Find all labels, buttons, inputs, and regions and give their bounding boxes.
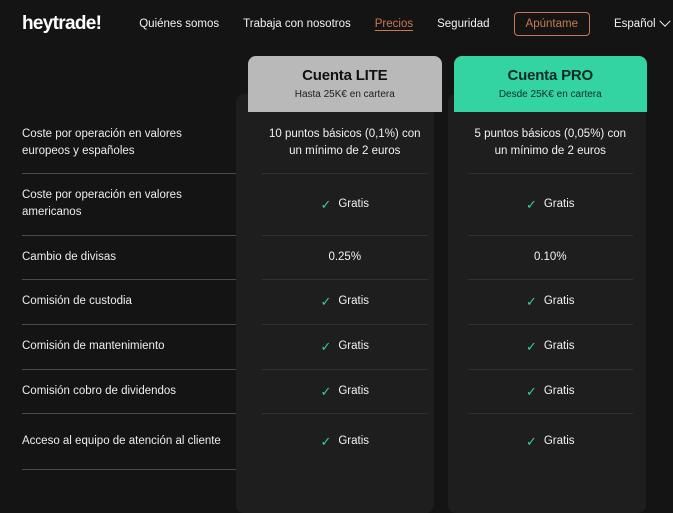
feature-list-bottom-divider xyxy=(22,469,236,471)
plan-title-lite: Cuenta LITE xyxy=(302,66,388,84)
plan-value-text: Gratis xyxy=(543,384,575,397)
plan-value-text: 0.25% xyxy=(328,250,362,263)
nav-link-precios[interactable]: Precios xyxy=(375,18,413,30)
top-navigation-bar: heytrade! Quiénes somos Trabaja con noso… xyxy=(0,0,673,48)
nav-link-quienes-somos[interactable]: Quiénes somos xyxy=(139,18,219,30)
check-icon: ✓ xyxy=(525,196,537,212)
check-icon: ✓ xyxy=(320,294,332,310)
plan-header-lite: Cuenta LITE Hasta 25K€ en cartera xyxy=(248,56,442,112)
check-icon: ✓ xyxy=(525,383,537,399)
pricing-table: Cuenta LITE Hasta 25K€ en cartera Cuenta… xyxy=(0,48,673,513)
pricing-grid: Cuenta LITE Hasta 25K€ en cartera Cuenta… xyxy=(22,48,648,471)
grid-pad xyxy=(454,469,648,470)
plan-value-text: Gratis xyxy=(338,340,370,353)
language-selector[interactable]: Español xyxy=(613,15,671,30)
feature-label: Acceso al equipo de atención al cliente xyxy=(22,413,236,469)
feature-label: Coste por operación en valores americano… xyxy=(22,173,236,234)
nav-links: Quiénes somos Trabaja con nosotros Preci… xyxy=(139,11,671,37)
plan-subtitle-lite: Hasta 25K€ en cartera xyxy=(294,89,395,101)
plan-value-text: Gratis xyxy=(543,435,575,448)
feature-label: Comisión cobro de dividendos xyxy=(22,368,236,414)
check-icon: ✓ xyxy=(320,433,332,449)
feature-label: Comisión de custodia xyxy=(22,279,236,324)
plan-value-text: 0.10% xyxy=(533,250,567,263)
chevron-down-icon xyxy=(658,15,671,27)
plan-header-pro: Cuenta PRO Desde 25K€ en cartera xyxy=(453,56,647,112)
grid-pad xyxy=(248,469,442,470)
plan-value-pro: ✓ Gratis xyxy=(454,173,648,234)
feature-label: Comisión de mantenimiento xyxy=(22,324,236,369)
plan-value-text: Gratis xyxy=(543,197,575,210)
plan-value-pro: ✓ Gratis xyxy=(454,324,648,369)
plan-value-lite: 10 puntos básicos (0,1%) con un mínimo d… xyxy=(248,112,442,173)
plan-value-text: Gratis xyxy=(338,435,370,448)
plan-value-lite: ✓ Gratis xyxy=(248,279,442,324)
plan-value-text: Gratis xyxy=(338,384,370,397)
plan-value-text: 10 puntos básicos (0,1%) con un mínimo d… xyxy=(268,128,421,157)
plan-value-text: 5 puntos básicos (0,05%) con un mínimo d… xyxy=(474,128,626,157)
nav-link-seguridad[interactable]: Seguridad xyxy=(437,18,489,30)
plan-value-lite: ✓ Gratis xyxy=(248,324,442,369)
feature-label: Coste por operación en valores europeos … xyxy=(22,128,182,157)
plan-value-pro: ✓ Gratis xyxy=(454,368,648,414)
plan-value-text: Gratis xyxy=(543,295,575,308)
plan-value-pro: ✓ Gratis xyxy=(454,413,648,469)
plan-value-pro: 5 puntos básicos (0,05%) con un mínimo d… xyxy=(454,112,648,173)
check-icon: ✓ xyxy=(320,338,332,354)
check-icon: ✓ xyxy=(320,383,332,399)
grid-corner-spacer xyxy=(22,48,236,112)
feature-label: Cambio de divisas xyxy=(22,234,236,280)
plan-value-lite: ✓ Gratis xyxy=(248,173,442,234)
nav-link-trabaja-con-nosotros[interactable]: Trabaja con nosotros xyxy=(243,18,351,30)
plan-subtitle-pro: Desde 25K€ en cartera xyxy=(498,89,602,101)
plan-value-lite: ✓ Gratis xyxy=(248,413,442,469)
plan-value-text: Gratis xyxy=(543,340,575,353)
check-icon: ✓ xyxy=(525,294,537,310)
plan-value-lite: 0.25% xyxy=(248,234,442,280)
plan-value-text: Gratis xyxy=(338,197,370,210)
check-icon: ✓ xyxy=(525,433,537,449)
plan-value-lite: ✓ Gratis xyxy=(248,368,442,414)
plan-value-text: Gratis xyxy=(338,295,370,308)
plan-title-pro: Cuenta PRO xyxy=(507,66,593,84)
check-icon: ✓ xyxy=(320,196,332,212)
signup-button[interactable]: Apúntame xyxy=(513,11,590,37)
brand-logo[interactable]: heytrade! xyxy=(22,13,102,35)
plan-value-pro: ✓ Gratis xyxy=(454,279,648,324)
plan-value-pro: 0.10% xyxy=(454,234,648,280)
language-label: Español xyxy=(613,17,656,30)
check-icon: ✓ xyxy=(525,338,537,354)
